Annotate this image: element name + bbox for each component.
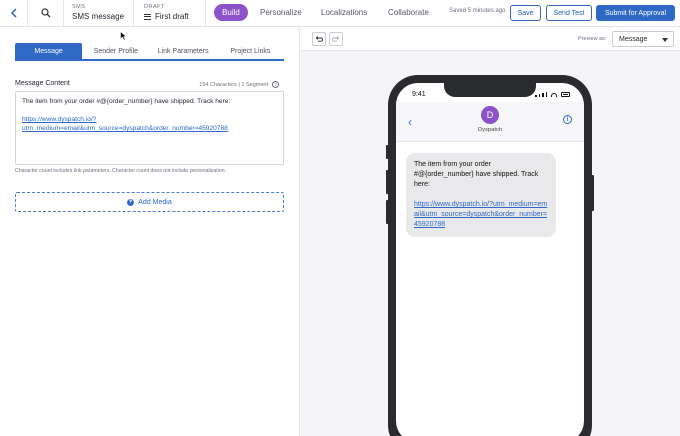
search-icon	[40, 8, 50, 18]
phone-side-button	[591, 175, 594, 211]
add-media-label: Add Media	[138, 198, 172, 206]
tab-sender-profile[interactable]: Sender Profile	[82, 43, 149, 59]
search-button[interactable]	[28, 0, 64, 26]
draft-label: DRAFT	[144, 4, 165, 10]
chevron-left-icon	[10, 8, 17, 18]
saved-status: Saved 5 minutes ago	[449, 8, 506, 14]
send-test-button[interactable]: Send Test	[546, 5, 592, 21]
undo-icon	[315, 36, 323, 42]
editor-panel: Message Sender Profile Link Parameters P…	[0, 27, 300, 436]
avatar: D	[481, 106, 499, 124]
sender-name: Dyspatch	[477, 127, 503, 133]
character-count: 154 Characters | 1 Segment ?	[199, 81, 279, 88]
bubble-text: The item from your order #@{order_number…	[414, 161, 539, 188]
channel-selector[interactable]: SMS SMS message	[64, 0, 134, 26]
chevron-down-icon	[662, 38, 668, 42]
nav-personalize[interactable]: Personalize	[260, 4, 302, 21]
preview-panel: Preview as: Message 9:41 ‹ D Dyspatch i	[300, 27, 680, 436]
phone-mockup: 9:41 ‹ D Dyspatch i The item from your o…	[386, 75, 594, 436]
info-icon: i	[563, 115, 572, 124]
preview-as-value: Message	[619, 35, 648, 43]
message-link-line-2[interactable]: utm_medium=email&utm_source=dyspatch&ord…	[22, 124, 277, 133]
plus-circle-icon: +	[127, 198, 135, 206]
tab-project-links[interactable]: Project Links	[217, 43, 284, 59]
wifi-icon	[551, 93, 557, 97]
tab-message[interactable]: Message	[15, 43, 83, 59]
preview-toolbar: Preview as: Message	[300, 27, 680, 51]
help-icon[interactable]: ?	[272, 81, 279, 88]
add-media-button[interactable]: + Add Media	[15, 192, 284, 212]
phone-side-button	[386, 200, 389, 224]
nav-collaborate[interactable]: Collaborate	[388, 4, 429, 21]
save-button[interactable]: Save	[510, 5, 541, 21]
tab-link-parameters[interactable]: Link Parameters	[150, 43, 217, 59]
redo-button[interactable]	[329, 32, 343, 46]
draft-name: First draft	[155, 12, 189, 21]
preview-as-select[interactable]: Message	[612, 31, 674, 47]
editor-tabs: Message Sender Profile Link Parameters P…	[15, 43, 284, 61]
character-count-hint: Character count includes link parameters…	[15, 168, 227, 174]
redo-icon	[332, 36, 340, 42]
submit-for-approval-button[interactable]: Submit for Approval	[596, 5, 675, 21]
message-content-label: Message Content	[15, 80, 70, 87]
message-content-input[interactable]: The item from your order #@{order_number…	[15, 91, 284, 165]
cursor-icon	[120, 31, 127, 41]
phone-side-button	[386, 170, 389, 194]
top-bar: SMS SMS message DRAFT First draft Build …	[0, 0, 680, 27]
channel-label: SMS	[72, 4, 86, 10]
message-text: The item from your order #@{order_number…	[22, 98, 231, 105]
conversation-header: ‹ D Dyspatch i	[396, 102, 584, 142]
preview-as-label: Preview as:	[578, 36, 607, 42]
phone-side-button	[386, 145, 389, 159]
bubble-link[interactable]: https://www.dyspatch.io/?utm_medium=emai…	[414, 200, 548, 230]
nav-localizations[interactable]: Localizations	[321, 4, 367, 21]
nav-build[interactable]: Build	[214, 4, 248, 21]
phone-screen: 9:41 ‹ D Dyspatch i The item from your o…	[396, 83, 584, 436]
phone-notch	[444, 83, 536, 97]
message-bubble: The item from your order #@{order_number…	[406, 153, 556, 237]
battery-icon	[561, 92, 570, 97]
message-link-line-1[interactable]: https://www.dyspatch.io/?	[22, 115, 277, 124]
status-time: 9:41	[412, 91, 426, 98]
channel-name: SMS message	[72, 12, 125, 21]
character-count-text: 154 Characters | 1 Segment	[199, 81, 268, 88]
back-button[interactable]	[0, 0, 28, 26]
status-icons	[535, 92, 570, 97]
menu-icon	[144, 13, 151, 20]
undo-button[interactable]	[312, 32, 326, 46]
draft-selector[interactable]: DRAFT First draft	[134, 0, 206, 26]
